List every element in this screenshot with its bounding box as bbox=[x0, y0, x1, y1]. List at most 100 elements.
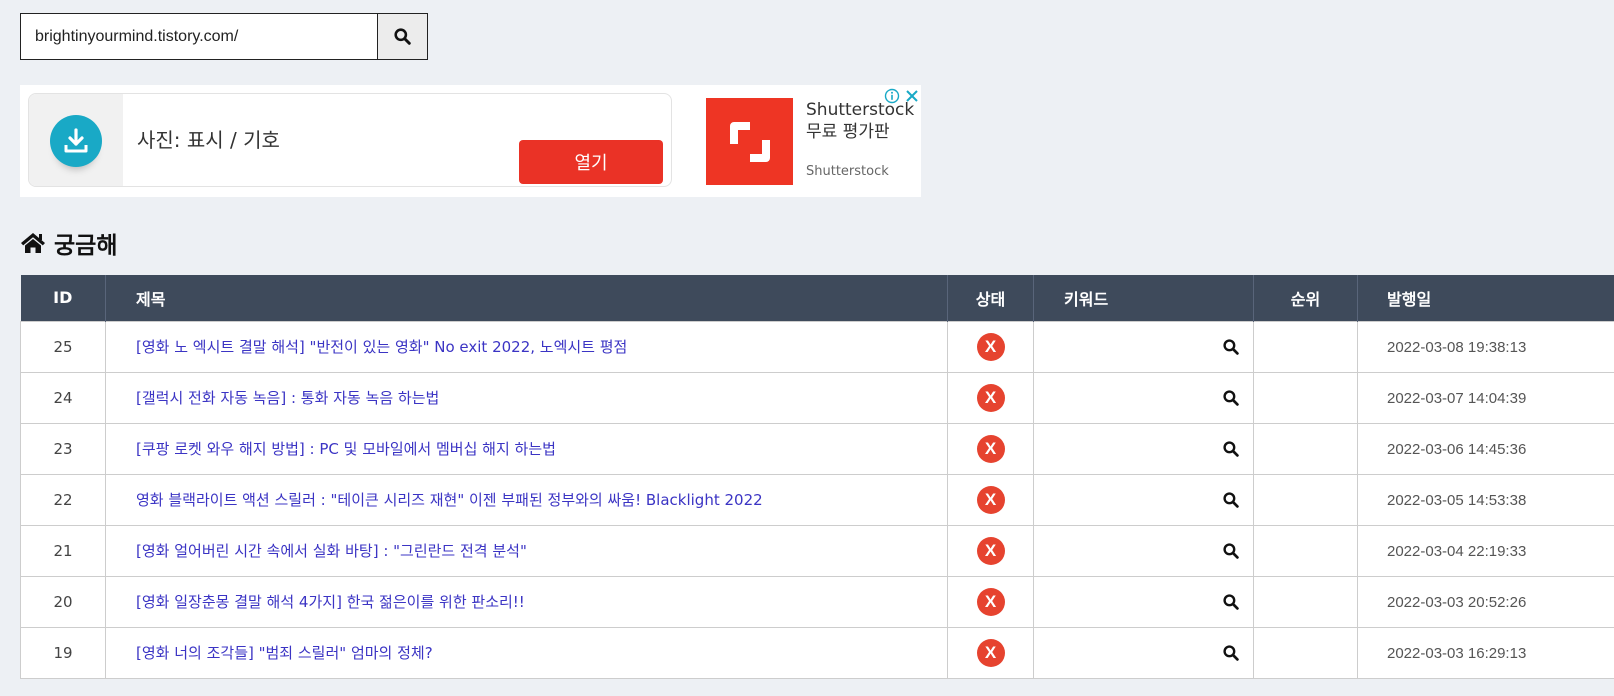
cell-id: 23 bbox=[20, 422, 106, 475]
status-x-icon: X bbox=[976, 485, 1005, 514]
cell-rank bbox=[1253, 575, 1358, 628]
home-icon bbox=[21, 233, 45, 253]
cell-status: X bbox=[947, 626, 1034, 679]
search-icon[interactable] bbox=[1223, 542, 1239, 559]
advertisement: 사진: 표시 / 기호 열기 Shutterstock 무료 평가판 Shutt… bbox=[20, 85, 921, 197]
header-date[interactable]: 발행일 bbox=[1357, 275, 1614, 321]
header-title[interactable]: 제목 bbox=[105, 275, 948, 321]
cell-keyword bbox=[1033, 473, 1254, 526]
cell-keyword bbox=[1033, 320, 1254, 373]
page: 사진: 표시 / 기호 열기 Shutterstock 무료 평가판 Shutt… bbox=[0, 0, 1614, 696]
publish-date: 2022-03-08 19:38:13 bbox=[1387, 338, 1527, 356]
cell-rank bbox=[1253, 371, 1358, 424]
search-icon[interactable] bbox=[1223, 440, 1239, 457]
cell-keyword bbox=[1033, 422, 1254, 475]
cell-title: [쿠팡 로켓 와우 해지 방법] : PC 및 모바일에서 멤버십 해지 하는법 bbox=[105, 422, 948, 475]
header-rank[interactable]: 순위 bbox=[1253, 275, 1358, 321]
cell-keyword bbox=[1033, 575, 1254, 628]
cell-status: X bbox=[947, 524, 1034, 577]
posts-table-wrap: ID 제목 상태 키워드 순위 발행일 25 [영화 노 엑시트 결말 해석] … bbox=[20, 275, 1614, 679]
header-keyword[interactable]: 키워드 bbox=[1033, 275, 1254, 321]
cell-date: 2022-03-03 20:52:26 bbox=[1357, 575, 1614, 628]
table-row: 19 [영화 너의 조각들] "범죄 스릴러" 엄마의 정체? X 2022-0… bbox=[20, 626, 1614, 679]
search-bar bbox=[20, 13, 428, 60]
download-icon bbox=[50, 115, 102, 167]
table-header-row: ID 제목 상태 키워드 순위 발행일 bbox=[20, 275, 1614, 321]
cell-rank bbox=[1253, 422, 1358, 475]
post-title-link[interactable]: [영화 노 엑시트 결말 해석] "반전이 있는 영화" No exit 202… bbox=[136, 338, 627, 356]
shutterstock-logo-icon[interactable] bbox=[706, 98, 793, 185]
cell-id: 21 bbox=[20, 524, 106, 577]
table-row: 21 [영화 얼어버린 시간 속에서 실화 바탕] : "그린란드 전격 분석"… bbox=[20, 524, 1614, 577]
ad-close-icon[interactable] bbox=[904, 88, 920, 104]
posts-table: ID 제목 상태 키워드 순위 발행일 25 [영화 노 엑시트 결말 해석] … bbox=[20, 275, 1614, 679]
cell-date: 2022-03-06 14:45:36 bbox=[1357, 422, 1614, 475]
cell-status: X bbox=[947, 422, 1034, 475]
cell-id: 19 bbox=[20, 626, 106, 679]
publish-date: 2022-03-07 14:04:39 bbox=[1387, 389, 1527, 407]
search-icon[interactable] bbox=[1223, 644, 1239, 661]
cell-rank bbox=[1253, 473, 1358, 526]
post-title-link[interactable]: [쿠팡 로켓 와우 해지 방법] : PC 및 모바일에서 멤버십 해지 하는법 bbox=[136, 440, 556, 458]
search-button[interactable] bbox=[377, 14, 427, 59]
table-row: 24 [갤럭시 전화 자동 녹음] : 통화 자동 녹음 하는법 X 2022-… bbox=[20, 371, 1614, 424]
ad-title: 사진: 표시 / 기호 bbox=[137, 128, 280, 152]
publish-date: 2022-03-03 16:29:13 bbox=[1387, 644, 1527, 662]
ad-brand[interactable]: Shutterstock 무료 평가판 bbox=[806, 99, 914, 143]
ad-icon-box bbox=[29, 94, 123, 186]
cell-date: 2022-03-07 14:04:39 bbox=[1357, 371, 1614, 424]
table-row: 20 [영화 일장춘몽 결말 해석 4가지] 한국 젊은이를 위한 판소리!! … bbox=[20, 575, 1614, 628]
cell-rank bbox=[1253, 626, 1358, 679]
status-x-icon: X bbox=[976, 638, 1005, 667]
cell-title: [영화 노 엑시트 결말 해석] "반전이 있는 영화" No exit 202… bbox=[105, 320, 948, 373]
cell-date: 2022-03-04 22:19:33 bbox=[1357, 524, 1614, 577]
search-input[interactable] bbox=[21, 14, 377, 59]
publish-date: 2022-03-03 20:52:26 bbox=[1387, 593, 1527, 611]
cell-date: 2022-03-08 19:38:13 bbox=[1357, 320, 1614, 373]
publish-date: 2022-03-04 22:19:33 bbox=[1387, 542, 1527, 560]
cell-title: [영화 얼어버린 시간 속에서 실화 바탕] : "그린란드 전격 분석" bbox=[105, 524, 948, 577]
cell-status: X bbox=[947, 320, 1034, 373]
cell-title: [영화 너의 조각들] "범죄 스릴러" 엄마의 정체? bbox=[105, 626, 948, 679]
cell-id: 20 bbox=[20, 575, 106, 628]
cell-title: [영화 일장춘몽 결말 해석 4가지] 한국 젊은이를 위한 판소리!! bbox=[105, 575, 948, 628]
cell-status: X bbox=[947, 473, 1034, 526]
cell-rank bbox=[1253, 320, 1358, 373]
status-x-icon: X bbox=[976, 587, 1005, 616]
ad-advertiser: Shutterstock bbox=[806, 164, 889, 179]
post-title-link[interactable]: [영화 일장춘몽 결말 해석 4가지] 한국 젊은이를 위한 판소리!! bbox=[136, 593, 525, 611]
cell-rank bbox=[1253, 524, 1358, 577]
status-x-icon: X bbox=[976, 332, 1005, 361]
table-row: 22 영화 블랙라이트 액션 스릴러 : "테이큰 시리즈 재현" 이젠 부패된… bbox=[20, 473, 1614, 526]
search-icon[interactable] bbox=[1223, 389, 1239, 406]
search-icon[interactable] bbox=[1223, 338, 1239, 355]
ad-info-icon[interactable] bbox=[884, 88, 900, 104]
post-title-link[interactable]: [갤럭시 전화 자동 녹음] : 통화 자동 녹음 하는법 bbox=[136, 389, 439, 407]
table-row: 23 [쿠팡 로켓 와우 해지 방법] : PC 및 모바일에서 멤버십 해지 … bbox=[20, 422, 1614, 475]
post-title-link[interactable]: [영화 얼어버린 시간 속에서 실화 바탕] : "그린란드 전격 분석" bbox=[136, 542, 527, 560]
status-x-icon: X bbox=[976, 536, 1005, 565]
ad-brand-tagline: 무료 평가판 bbox=[806, 122, 890, 142]
header-id[interactable]: ID bbox=[20, 275, 106, 321]
status-x-icon: X bbox=[976, 383, 1005, 412]
cell-title: [갤럭시 전화 자동 녹음] : 통화 자동 녹음 하는법 bbox=[105, 371, 948, 424]
cell-date: 2022-03-03 16:29:13 bbox=[1357, 626, 1614, 679]
publish-date: 2022-03-06 14:45:36 bbox=[1387, 440, 1527, 458]
search-icon[interactable] bbox=[1223, 491, 1239, 508]
search-icon bbox=[394, 28, 411, 45]
ad-card[interactable]: 사진: 표시 / 기호 열기 bbox=[28, 93, 672, 187]
publish-date: 2022-03-05 14:53:38 bbox=[1387, 491, 1527, 509]
header-status[interactable]: 상태 bbox=[947, 275, 1034, 321]
search-icon[interactable] bbox=[1223, 593, 1239, 610]
cell-keyword bbox=[1033, 626, 1254, 679]
page-title: 궁금해 bbox=[54, 233, 118, 259]
section-heading: 궁금해 bbox=[20, 226, 117, 260]
cell-id: 24 bbox=[20, 371, 106, 424]
cell-id: 25 bbox=[20, 320, 106, 373]
ad-open-button[interactable]: 열기 bbox=[519, 140, 663, 184]
cell-keyword bbox=[1033, 371, 1254, 424]
post-title-link[interactable]: 영화 블랙라이트 액션 스릴러 : "테이큰 시리즈 재현" 이젠 부패된 정부… bbox=[136, 491, 763, 509]
cell-status: X bbox=[947, 575, 1034, 628]
post-title-link[interactable]: [영화 너의 조각들] "범죄 스릴러" 엄마의 정체? bbox=[136, 644, 433, 662]
cell-status: X bbox=[947, 371, 1034, 424]
